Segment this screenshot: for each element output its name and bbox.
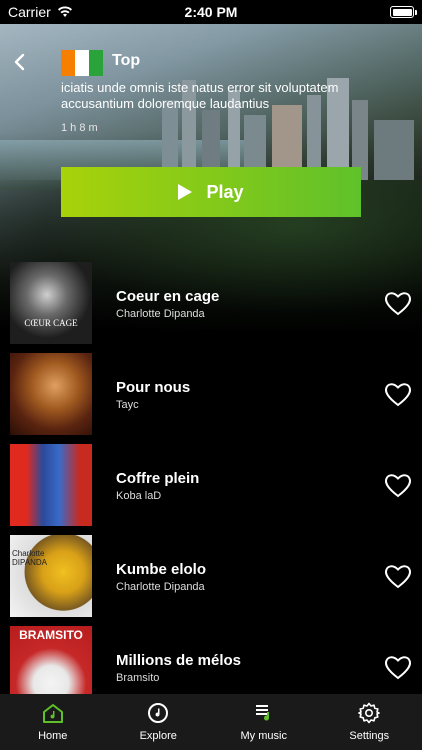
play-label: Play xyxy=(206,181,244,202)
play-icon xyxy=(178,184,193,200)
tab-explore[interactable]: Explore xyxy=(106,694,212,750)
tab-settings[interactable]: Settings xyxy=(317,694,422,750)
tab-my-music[interactable]: My music xyxy=(211,694,317,750)
playlist-description: iciatis unde omnis iste natus error sit … xyxy=(61,80,339,111)
compass-icon xyxy=(148,703,169,723)
song-row[interactable]: Charlotte DIPANDA Kumbe elolo Charlotte … xyxy=(0,535,422,626)
heart-icon[interactable] xyxy=(384,290,412,316)
album-cover xyxy=(10,444,92,526)
battery-icon xyxy=(390,6,417,18)
heart-icon[interactable] xyxy=(384,472,412,498)
wifi-icon xyxy=(57,6,72,17)
heart-icon[interactable] xyxy=(384,563,412,589)
song-artist: Tayc xyxy=(116,399,139,411)
song-row[interactable]: Pour nous Tayc xyxy=(0,353,422,444)
song-list: CŒUR CAGE Coeur en cage Charlotte Dipand… xyxy=(0,262,422,717)
song-title: Coffre plein xyxy=(116,470,200,487)
album-cover: Charlotte DIPANDA xyxy=(10,535,92,617)
song-artist: Charlotte Dipanda xyxy=(116,581,205,593)
heart-icon[interactable] xyxy=(384,654,412,680)
tab-label: Settings xyxy=(349,730,390,742)
album-cover: CŒUR CAGE xyxy=(10,262,92,344)
song-title: Millions de mélos xyxy=(116,652,242,669)
status-bar: Carrier 2:40 PM xyxy=(0,0,422,24)
ivory-coast-flag-icon xyxy=(61,50,103,76)
heart-icon[interactable] xyxy=(384,381,412,407)
tab-bar: Home Explore My music Settings xyxy=(0,694,422,750)
back-chevron-icon[interactable] xyxy=(10,52,30,72)
page-title: Top xyxy=(112,52,141,69)
song-artist: Bramsito xyxy=(116,672,160,684)
gear-icon xyxy=(358,702,381,724)
playlist-icon xyxy=(255,705,269,721)
song-artist: Koba laD xyxy=(116,490,162,502)
play-button[interactable]: Play xyxy=(61,167,361,217)
song-title: Pour nous xyxy=(116,379,191,396)
tab-label: Explore xyxy=(139,730,177,742)
song-row[interactable]: Coffre plein Koba laD xyxy=(0,444,422,535)
tab-label: My music xyxy=(240,730,287,742)
playlist-duration: 1 h 8 m xyxy=(61,122,98,134)
tab-home[interactable]: Home xyxy=(0,694,106,750)
home-icon xyxy=(42,704,63,723)
carrier-label: Carrier xyxy=(8,4,51,20)
tab-label: Home xyxy=(38,730,68,742)
song-row[interactable]: CŒUR CAGE Coeur en cage Charlotte Dipand… xyxy=(0,262,422,353)
song-title: Coeur en cage xyxy=(116,288,220,305)
album-cover xyxy=(10,353,92,435)
song-artist: Charlotte Dipanda xyxy=(116,308,205,320)
song-title: Kumbe elolo xyxy=(116,561,207,578)
